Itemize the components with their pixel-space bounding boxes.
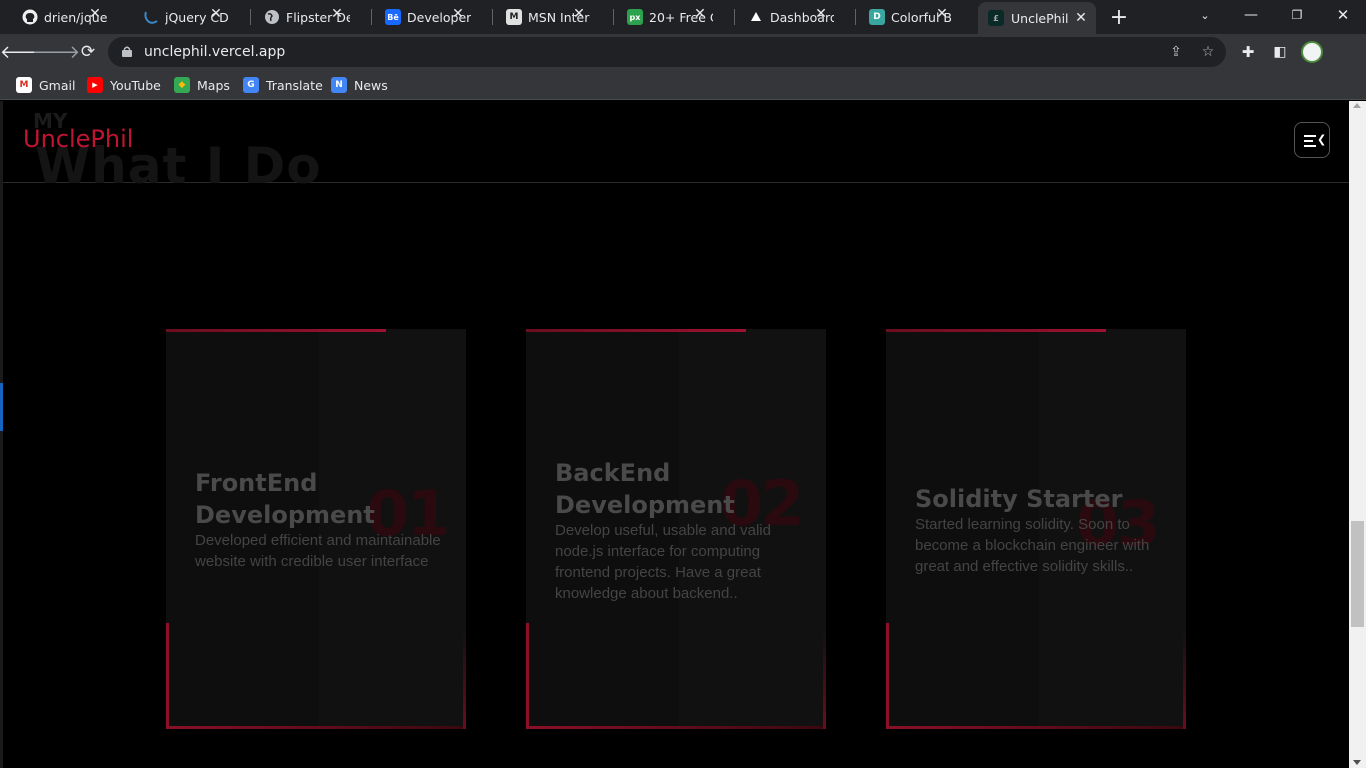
card-title: FrontEnd Development: [195, 469, 375, 529]
card-title: Solidity Starter: [915, 485, 1123, 513]
restore-button[interactable]: ❐: [1274, 0, 1320, 30]
browser-toolbar: 🡐 🡒 ⟳ unclephil.vercel.app ⇪ ☆ ✚ ◧: [0, 34, 1366, 70]
gmail-icon: M: [16, 77, 32, 93]
tab-unclephil-active[interactable]: £ UnclePhil ✕: [978, 2, 1096, 34]
close-tab-icon[interactable]: ✕: [207, 5, 225, 23]
service-card: 03 Solidity Starter Started learning sol…: [886, 329, 1186, 729]
scrollbar-thumb[interactable]: [1351, 521, 1364, 627]
bookmark-youtube[interactable]: ▶ YouTube: [87, 76, 161, 94]
bookmark-label: Translate: [266, 77, 323, 93]
menu-toggle-button[interactable]: ❮: [1294, 122, 1330, 158]
close-tab-icon[interactable]: ✕: [812, 5, 830, 23]
maps-icon: ◆: [174, 77, 190, 93]
bookmark-label: News: [354, 77, 388, 93]
youtube-icon: ▶: [87, 77, 103, 93]
px-icon: px: [627, 9, 643, 25]
vercel-icon: [748, 9, 764, 25]
close-tab-icon[interactable]: ✕: [328, 5, 346, 23]
forward-button[interactable]: 🡒: [32, 38, 80, 66]
d-icon: D: [869, 9, 885, 25]
profile-avatar[interactable]: [1301, 41, 1323, 63]
jquery-icon: [143, 9, 159, 25]
tab-strip: drien/jque ✕ jQuery CD ✕ Flipster De ✕ B…: [0, 0, 1366, 34]
scroll-up-icon[interactable]: [1353, 103, 1361, 108]
menu-icon: ❮: [1317, 133, 1327, 146]
card-title: BackEnd Development: [555, 459, 735, 519]
bookmark-star-icon[interactable]: ☆: [1198, 42, 1218, 62]
github-icon: [22, 9, 38, 25]
bookmarks-bar: M Gmail ▶ YouTube ◆ Maps G Translate N N…: [0, 70, 1366, 100]
bookmark-label: Maps: [197, 77, 230, 93]
bookmark-translate[interactable]: G Translate: [243, 76, 323, 94]
card-description: Developed efficient and maintainable web…: [195, 532, 441, 570]
address-bar[interactable]: unclephil.vercel.app ⇪ ☆: [108, 37, 1226, 67]
bookmark-label: Gmail: [39, 77, 76, 93]
bookmark-news[interactable]: N News: [331, 76, 388, 94]
bookmark-label: YouTube: [110, 77, 161, 93]
behance-icon: Bē: [385, 9, 401, 25]
lock-icon: [122, 46, 132, 57]
globe-icon: [264, 9, 280, 25]
tab-search-icon[interactable]: ⌄: [1182, 0, 1228, 30]
page-viewport: MY What I Do UnclePhil ❮ 01 FrontEnd Dev…: [0, 101, 1366, 768]
page-scrollbar[interactable]: [1349, 101, 1366, 768]
site-header: MY What I Do UnclePhil ❮: [3, 101, 1349, 195]
close-tab-icon[interactable]: ✕: [1072, 9, 1090, 27]
news-icon: N: [331, 77, 347, 93]
side-panel-icon[interactable]: ◧: [1266, 38, 1294, 66]
unclephil-icon: £: [988, 10, 1004, 26]
translate-icon: G: [243, 77, 259, 93]
site-logo[interactable]: UnclePhil: [23, 125, 133, 153]
service-card: 01 FrontEnd Development Developed effici…: [166, 329, 466, 729]
scroll-down-icon[interactable]: [1353, 760, 1361, 765]
new-tab-button[interactable]: +: [1105, 3, 1133, 31]
reload-button[interactable]: ⟳: [74, 38, 102, 66]
bookmark-maps[interactable]: ◆ Maps: [174, 76, 230, 94]
url-text: unclephil.vercel.app: [144, 44, 286, 60]
close-tab-icon[interactable]: ✕: [933, 5, 951, 23]
card-description: Develop useful, usable and valid node.js…: [555, 522, 771, 602]
close-tab-icon[interactable]: ✕: [691, 5, 709, 23]
card-description: Started learning solidity. Soon to becom…: [915, 516, 1150, 575]
extensions-icon[interactable]: ✚: [1234, 38, 1262, 66]
msn-icon: M: [506, 9, 522, 25]
service-card: 02 BackEnd Development Develop useful, u…: [526, 329, 826, 729]
tab-title: UnclePhil: [1011, 10, 1069, 26]
close-tab-icon[interactable]: ✕: [449, 5, 467, 23]
close-tab-icon[interactable]: ✕: [570, 5, 588, 23]
close-window-button[interactable]: ✕: [1320, 0, 1366, 30]
bookmark-gmail[interactable]: M Gmail: [16, 76, 75, 94]
left-edge: [0, 101, 3, 768]
share-icon[interactable]: ⇪: [1166, 42, 1186, 62]
minimize-button[interactable]: —: [1228, 0, 1274, 30]
close-tab-icon[interactable]: ✕: [86, 5, 104, 23]
